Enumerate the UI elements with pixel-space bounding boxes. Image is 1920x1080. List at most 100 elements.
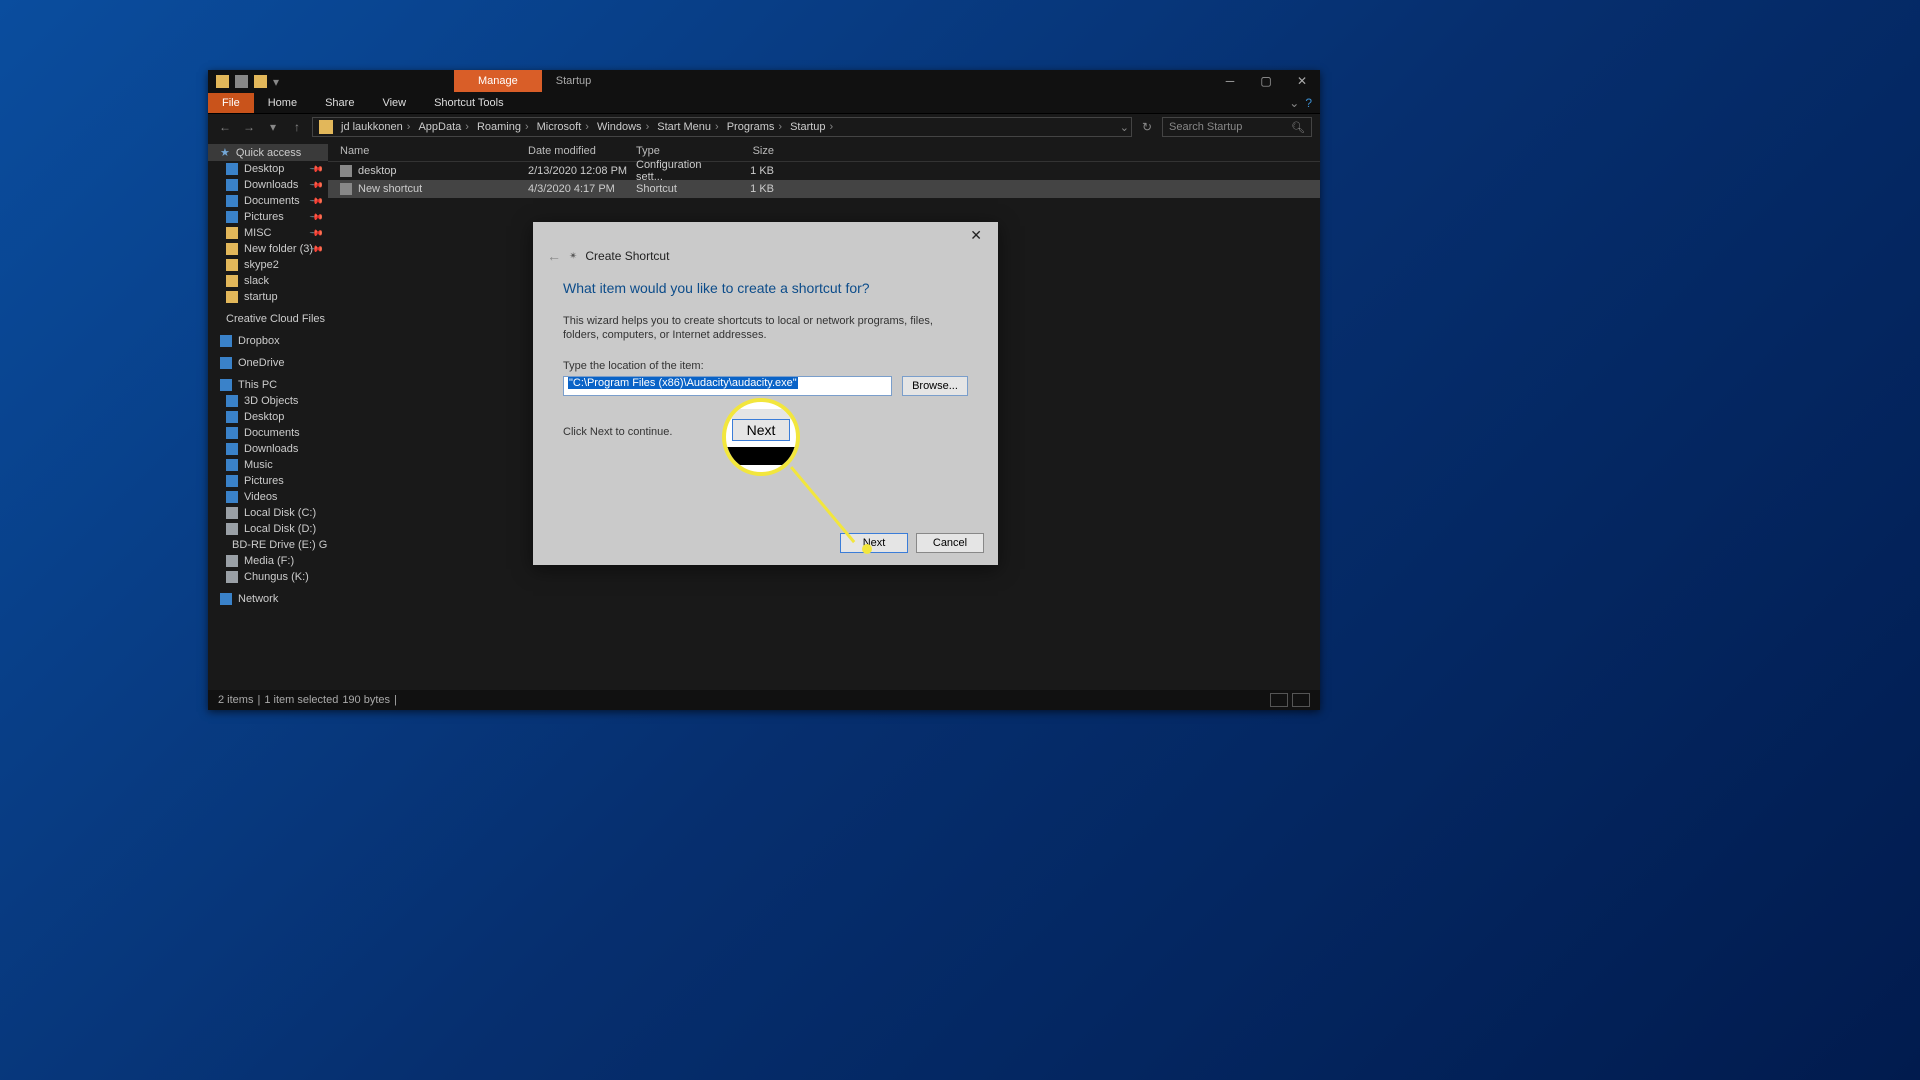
sidebar-onedrive[interactable]: OneDrive (208, 355, 328, 371)
folder-icon (319, 120, 333, 134)
documents-icon (226, 195, 238, 207)
sidebar-item-videos[interactable]: Videos (208, 489, 328, 505)
computer-icon (220, 379, 232, 391)
sidebar-label: slack (244, 275, 269, 287)
sidebar-label: Dropbox (238, 335, 280, 347)
sidebar-label: Network (238, 593, 278, 605)
help-icon[interactable]: ? (1305, 96, 1312, 110)
sidebar-item-downloads[interactable]: Downloads📌 (208, 177, 328, 193)
shortcut-icon (340, 183, 352, 195)
3d-objects-icon (226, 395, 238, 407)
location-input[interactable]: "C:\Program Files (x86)\Audacity\audacit… (563, 376, 892, 396)
downloads-icon (226, 179, 238, 191)
search-box[interactable]: Search Startup 🔍︎ (1162, 117, 1312, 137)
forward-button[interactable]: → (240, 120, 258, 134)
file-row[interactable]: New shortcut 4/3/2020 4:17 PM Shortcut 1… (328, 180, 1320, 198)
up-button[interactable]: ↑ (288, 120, 306, 134)
sidebar-label: Media (F:) (244, 555, 294, 567)
address-dropdown-icon[interactable]: ⌄ (1120, 121, 1129, 134)
chevron-down-icon[interactable]: ▾ (273, 75, 286, 88)
tab-shortcut-tools[interactable]: Shortcut Tools (420, 93, 518, 113)
pin-icon: 📌 (309, 209, 325, 225)
sidebar-label: Chungus (K:) (244, 571, 309, 583)
address-bar[interactable]: jd laukkonen AppData Roaming Microsoft W… (312, 117, 1132, 137)
column-size[interactable]: Size (726, 145, 786, 157)
breadcrumb-segment[interactable]: jd laukkonen (341, 121, 414, 133)
close-button[interactable]: ✕ (1284, 70, 1320, 92)
sidebar-label: Desktop (244, 411, 284, 423)
back-button[interactable]: ← (216, 120, 234, 134)
file-icon (340, 165, 352, 177)
sidebar-network[interactable]: Network (208, 591, 328, 607)
breadcrumb-segment[interactable]: Windows (597, 121, 653, 133)
sidebar-item-startup[interactable]: startup (208, 289, 328, 305)
breadcrumb-segment[interactable]: Microsoft (537, 121, 593, 133)
search-placeholder: Search Startup (1169, 121, 1242, 133)
browse-button[interactable]: Browse... (902, 376, 968, 396)
sidebar-item-bdre-e[interactable]: BD-RE Drive (E:) GG (208, 537, 328, 553)
file-row[interactable]: desktop 2/13/2020 12:08 PM Configuration… (328, 162, 1320, 180)
tab-home[interactable]: Home (254, 93, 311, 113)
status-bytes: 190 bytes (342, 694, 390, 706)
sidebar-item-local-d[interactable]: Local Disk (D:) (208, 521, 328, 537)
sidebar-quick-access[interactable]: ★ Quick access (208, 144, 328, 161)
breadcrumb-segment[interactable]: Start Menu (657, 121, 722, 133)
new-folder-icon[interactable] (254, 75, 267, 88)
tab-share[interactable]: Share (311, 93, 368, 113)
sidebar-item-media-f[interactable]: Media (F:) (208, 553, 328, 569)
sidebar-item-documents[interactable]: Documents📌 (208, 193, 328, 209)
minimize-button[interactable]: ─ (1212, 70, 1248, 92)
sidebar-item-downloads-pc[interactable]: Downloads (208, 441, 328, 457)
sidebar-item-desktop-pc[interactable]: Desktop (208, 409, 328, 425)
tab-file[interactable]: File (208, 93, 254, 113)
ribbon-chevron-icon[interactable]: ⌄ (1289, 96, 1299, 110)
sidebar-creative-cloud[interactable]: Creative Cloud Files (208, 311, 328, 327)
column-name[interactable]: Name (328, 145, 528, 157)
sidebar-item-documents-pc[interactable]: Documents (208, 425, 328, 441)
dialog-titlebar: ✕ (533, 222, 998, 248)
dialog-description: This wizard helps you to create shortcut… (563, 314, 968, 342)
sidebar-item-music[interactable]: Music (208, 457, 328, 473)
sidebar-item-pictures-pc[interactable]: Pictures (208, 473, 328, 489)
sidebar-dropbox[interactable]: Dropbox (208, 333, 328, 349)
breadcrumb-segment[interactable]: Startup (790, 121, 837, 133)
sidebar-item-desktop[interactable]: Desktop📌 (208, 161, 328, 177)
pin-icon: 📌 (309, 225, 325, 241)
breadcrumb-segment[interactable]: Programs (727, 121, 786, 133)
dialog-back-button[interactable]: ← (547, 248, 561, 264)
cancel-button[interactable]: Cancel (916, 533, 984, 553)
refresh-button[interactable]: ↻ (1138, 120, 1156, 134)
file-date: 2/13/2020 12:08 PM (528, 165, 636, 177)
recent-locations-button[interactable]: ▾ (264, 120, 282, 134)
column-type[interactable]: Type (636, 145, 726, 157)
tab-view[interactable]: View (368, 93, 420, 113)
sidebar-label: MISC (244, 227, 272, 239)
file-name: New shortcut (358, 183, 422, 195)
sidebar-item-chungus-k[interactable]: Chungus (K:) (208, 569, 328, 585)
sidebar-this-pc[interactable]: This PC (208, 377, 328, 393)
column-headers[interactable]: Name Date modified Type Size (328, 140, 1320, 162)
sidebar-item-3d-objects[interactable]: 3D Objects (208, 393, 328, 409)
details-view-button[interactable] (1270, 693, 1288, 707)
contextual-tab-manage[interactable]: Manage (454, 70, 542, 92)
status-divider: | (257, 694, 260, 706)
breadcrumb-segment[interactable]: AppData (418, 121, 472, 133)
column-date[interactable]: Date modified (528, 145, 636, 157)
sidebar-item-misc[interactable]: MISC 📌 (208, 225, 328, 241)
network-icon (220, 593, 232, 605)
sidebar-item-newfolder3[interactable]: New folder (3)📌 (208, 241, 328, 257)
dialog-close-button[interactable]: ✕ (964, 225, 988, 246)
sidebar-item-skype2[interactable]: skype2 (208, 257, 328, 273)
star-icon: ★ (220, 146, 230, 159)
annotation-decoration (726, 447, 796, 465)
icons-view-button[interactable] (1292, 693, 1310, 707)
sidebar-item-local-c[interactable]: Local Disk (C:) (208, 505, 328, 521)
sidebar-item-pictures[interactable]: Pictures📌 (208, 209, 328, 225)
window-title: Startup (550, 71, 597, 91)
annotation-decoration (726, 409, 796, 419)
sidebar-item-slack[interactable]: slack (208, 273, 328, 289)
properties-icon[interactable] (235, 75, 248, 88)
breadcrumb-segment[interactable]: Roaming (477, 121, 533, 133)
maximize-button[interactable]: ▢ (1248, 70, 1284, 92)
annotation-zoom-next-button: Next (732, 419, 791, 441)
